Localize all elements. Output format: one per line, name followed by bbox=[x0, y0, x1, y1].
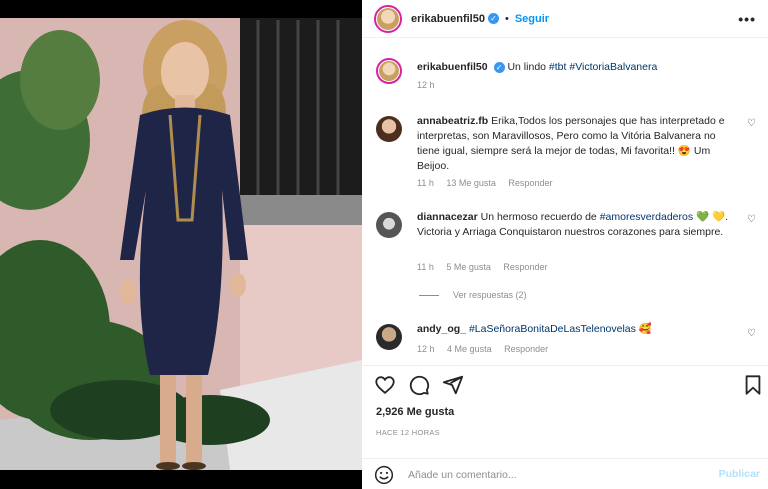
likes-count[interactable]: 2,926 Me gusta bbox=[376, 406, 454, 418]
like-comment-heart-icon[interactable]: ♡ bbox=[747, 214, 756, 225]
author-avatar[interactable] bbox=[374, 4, 402, 33]
caption-body: Un lindo bbox=[507, 61, 546, 73]
reply-button[interactable]: Responder bbox=[504, 344, 548, 354]
author-username[interactable]: erikabuenfil50 bbox=[411, 13, 485, 25]
caption: erikabuenfil50 ✓ Un lindo #tbt #Victoria… bbox=[374, 54, 764, 94]
commenter-avatar[interactable] bbox=[376, 324, 402, 350]
comment-time: 11 h bbox=[417, 178, 434, 188]
caption-username[interactable]: erikabuenfil50 bbox=[417, 61, 488, 73]
more-horizontal-icon[interactable]: ••• bbox=[738, 11, 756, 27]
caption-text: erikabuenfil50 ✓ Un lindo #tbt #Victoria… bbox=[417, 60, 737, 75]
view-replies-button[interactable]: Ver respuestas (2) bbox=[419, 290, 527, 300]
comment-text: andy_og_ #LaSeñoraBonitaDeLasTelenovelas… bbox=[417, 322, 737, 337]
caption-meta: 12 h bbox=[417, 80, 445, 90]
comment-bubble-icon[interactable] bbox=[408, 374, 430, 396]
comment-body-start: Un hermoso recuerdo de bbox=[480, 211, 597, 223]
view-replies-label[interactable]: Ver respuestas (2) bbox=[453, 290, 527, 300]
post-actions-bar bbox=[362, 365, 768, 401]
comment-meta: 12 h 4 Me gusta Responder bbox=[417, 344, 558, 354]
comment-hashtag[interactable]: #amoresverdaderos bbox=[600, 211, 693, 223]
post-photo[interactable] bbox=[0, 0, 362, 489]
commenter-avatar[interactable] bbox=[376, 212, 402, 238]
reply-button[interactable]: Responder bbox=[508, 178, 552, 188]
caption-time: 12 h bbox=[417, 80, 435, 90]
commenter-username[interactable]: andy_og_ bbox=[417, 323, 466, 335]
follow-button[interactable]: Seguir bbox=[515, 13, 549, 25]
comment-likes[interactable]: 4 Me gusta bbox=[447, 344, 492, 354]
like-heart-icon[interactable] bbox=[374, 374, 396, 396]
header-separator: • bbox=[504, 12, 509, 25]
comment-likes[interactable]: 5 Me gusta bbox=[446, 262, 491, 272]
save-bookmark-icon[interactable] bbox=[742, 374, 764, 396]
comment-likes[interactable]: 13 Me gusta bbox=[446, 178, 496, 188]
post-sidebar: erikabuenfil50 ✓ • Seguir ••• erikabuenf… bbox=[362, 0, 768, 489]
comment-item: andy_og_ #LaSeñoraBonitaDeLasTelenovelas… bbox=[374, 320, 764, 360]
add-comment-bar: Publicar bbox=[362, 458, 768, 489]
comment-item: diannacezar Un hermoso recuerdo de #amor… bbox=[374, 208, 764, 278]
comments-list[interactable]: erikabuenfil50 ✓ Un lindo #tbt #Victoria… bbox=[362, 46, 768, 366]
instagram-post-modal: erikabuenfil50 ✓ • Seguir ••• erikabuenf… bbox=[0, 0, 768, 489]
emoji-picker-icon[interactable] bbox=[374, 465, 394, 485]
publish-button[interactable]: Publicar bbox=[719, 468, 760, 480]
replies-line bbox=[419, 294, 439, 296]
comment-emoji: 🥰 bbox=[638, 323, 652, 335]
comment-time: 12 h bbox=[417, 344, 435, 354]
verified-badge-icon: ✓ bbox=[487, 13, 499, 24]
reply-button[interactable]: Responder bbox=[503, 262, 547, 272]
like-comment-heart-icon[interactable]: ♡ bbox=[747, 118, 756, 129]
post-timestamp: HACE 12 HORAS bbox=[376, 428, 440, 437]
comment-hashtag[interactable]: #LaSeñoraBonitaDeLasTelenovelas bbox=[469, 323, 636, 335]
comment-time: 11 h bbox=[417, 262, 434, 272]
commenter-username[interactable]: diannacezar bbox=[417, 211, 478, 223]
verified-badge-icon: ✓ bbox=[493, 61, 505, 73]
comment-item: annabeatriz.fb Erika,Todos los personaje… bbox=[374, 112, 764, 196]
commenter-username[interactable]: annabeatriz.fb bbox=[417, 115, 488, 127]
share-paper-plane-icon[interactable] bbox=[442, 374, 464, 396]
caption-hashtags[interactable]: #tbt #VictoriaBalvanera bbox=[549, 61, 657, 73]
commenter-avatar[interactable] bbox=[376, 116, 402, 142]
comment-text: annabeatriz.fb Erika,Todos los personaje… bbox=[417, 114, 737, 174]
comment-meta: 11 h 5 Me gusta Responder bbox=[417, 262, 557, 272]
comment-input[interactable] bbox=[408, 465, 698, 485]
comment-text: diannacezar Un hermoso recuerdo de #amor… bbox=[417, 210, 737, 240]
photo-illustration bbox=[0, 0, 362, 489]
post-header: erikabuenfil50 ✓ • Seguir ••• bbox=[362, 0, 768, 38]
caption-avatar[interactable] bbox=[376, 58, 402, 84]
like-comment-heart-icon[interactable]: ♡ bbox=[747, 328, 756, 339]
comment-meta: 11 h 13 Me gusta Responder bbox=[417, 178, 562, 188]
